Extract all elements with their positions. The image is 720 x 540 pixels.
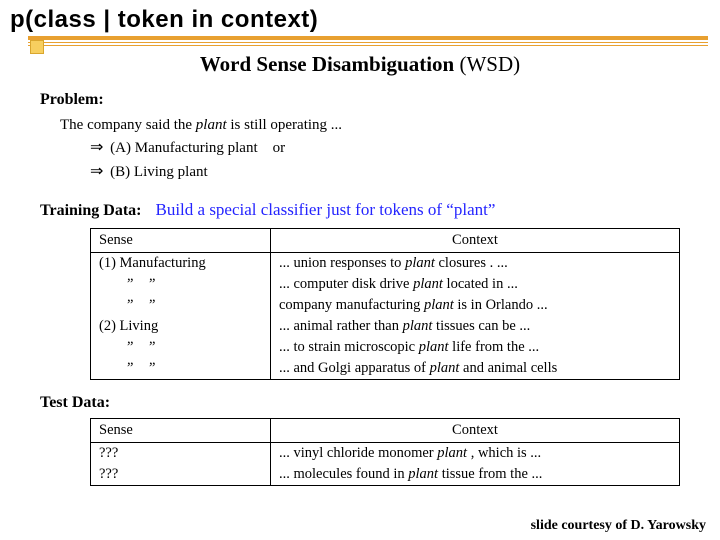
slide-credit: slide courtesy of D. Yarowsky [531, 518, 706, 534]
table-row: (2) Living... animal rather than plant t… [91, 316, 680, 337]
col-sense: Sense [91, 229, 271, 253]
context-post: tissue from the ... [438, 466, 542, 482]
context-post: closures . ... [435, 255, 508, 271]
ditto-mark: ” ” [99, 297, 162, 313]
context-italic: plant [405, 255, 435, 271]
col-context: Context [271, 419, 680, 443]
context-italic: plant [413, 276, 443, 292]
title-underline [28, 34, 708, 46]
context-cell: ... union responses to plant closures . … [271, 253, 680, 275]
test-label: Test Data: [40, 394, 720, 412]
table-row: (1) Manufacturing... union responses to … [91, 253, 680, 275]
sense-cell: ??? [91, 464, 271, 486]
sense-cell: ??? [91, 443, 271, 465]
context-pre: ... molecules found in [279, 466, 408, 482]
table-row: ???... vinyl chloride monomer plant , wh… [91, 443, 680, 465]
context-cell: ... to strain microscopic plant life fro… [271, 337, 680, 358]
context-italic: plant [430, 360, 460, 376]
choice-b-text: (B) Living plant [110, 164, 208, 180]
training-table: Sense Context (1) Manufacturing... union… [90, 228, 680, 380]
context-cell: ... vinyl chloride monomer plant , which… [271, 443, 680, 465]
ditto-mark: ” ” [99, 339, 162, 355]
problem-choice-b: ⇒ (B) Living plant [90, 160, 720, 184]
choice-or: or [273, 140, 286, 156]
table-row: ???... molecules found in plant tissue f… [91, 464, 680, 486]
table-header-row: Sense Context [91, 419, 680, 443]
col-context: Context [271, 229, 680, 253]
context-cell: ... animal rather than plant tissues can… [271, 316, 680, 337]
context-pre: ... to strain microscopic [279, 339, 419, 355]
context-italic: plant [437, 445, 467, 461]
problem-choice-a: ⇒ (A) Manufacturing plant or [90, 136, 720, 160]
problem-pre: The company said the [60, 117, 196, 133]
context-cell: company manufacturing plant is in Orland… [271, 295, 680, 316]
arrow-icon: ⇒ [90, 139, 103, 156]
context-cell: ... molecules found in plant tissue from… [271, 464, 680, 486]
context-italic: plant [424, 297, 454, 313]
slide-title: p(class | token in context) [10, 6, 318, 33]
context-post: life from the ... [449, 339, 540, 355]
sense-cell: ” ” [91, 295, 271, 316]
context-post: located in ... [443, 276, 518, 292]
context-post: tissues can be ... [432, 318, 530, 334]
bullet-icon [30, 40, 44, 54]
context-pre: ... vinyl chloride monomer [279, 445, 437, 461]
sense-cell: (2) Living [91, 316, 271, 337]
sense-cell: ” ” [91, 358, 271, 380]
context-cell: ... and Golgi apparatus of plant and ani… [271, 358, 680, 380]
col-sense: Sense [91, 419, 271, 443]
ditto-mark: ” ” [99, 360, 162, 376]
sense-cell: ” ” [91, 337, 271, 358]
table-header-row: Sense Context [91, 229, 680, 253]
context-italic: plant [408, 466, 438, 482]
context-pre: ... and Golgi apparatus of [279, 360, 430, 376]
context-post: and animal cells [459, 360, 557, 376]
table-row: ” ” ... to strain microscopic plant life … [91, 337, 680, 358]
problem-label: Problem: [40, 91, 720, 109]
table-row: ” ” company manufacturing plant is in Orl… [91, 295, 680, 316]
slide-title-bar: p(class | token in context) [0, 0, 720, 36]
context-pre: ... computer disk drive [279, 276, 413, 292]
table-row: ” ” ... and Golgi apparatus of plant and … [91, 358, 680, 380]
heading-suffix: (WSD) [459, 52, 520, 76]
context-italic: plant [403, 318, 433, 334]
training-label: Training Data: [40, 202, 141, 220]
context-post: is in Orlando ... [454, 297, 548, 313]
arrow-icon: ⇒ [90, 163, 103, 180]
context-pre: company manufacturing [279, 297, 424, 313]
blue-annotation: Build a special classifier just for toke… [155, 200, 495, 220]
heading-main: Word Sense Disambiguation [200, 52, 454, 76]
sense-cell: (1) Manufacturing [91, 253, 271, 275]
problem-italic: plant [196, 117, 227, 133]
context-pre: ... animal rather than [279, 318, 403, 334]
table-row: ” ” ... computer disk drive plant located… [91, 274, 680, 295]
problem-sentence: The company said the plant is still oper… [60, 115, 720, 136]
test-table: Sense Context ???... vinyl chloride mono… [90, 418, 680, 486]
main-heading: Word Sense Disambiguation (WSD) [0, 52, 720, 77]
ditto-mark: ” ” [99, 276, 162, 292]
context-pre: ... union responses to [279, 255, 405, 271]
sense-cell: ” ” [91, 274, 271, 295]
context-post: , which is ... [467, 445, 541, 461]
training-header-row: Training Data: Build a special classifie… [0, 200, 720, 220]
context-italic: plant [419, 339, 449, 355]
choice-a-text: (A) Manufacturing plant [110, 140, 257, 156]
context-cell: ... computer disk drive plant located in… [271, 274, 680, 295]
problem-post: is still operating ... [227, 117, 342, 133]
